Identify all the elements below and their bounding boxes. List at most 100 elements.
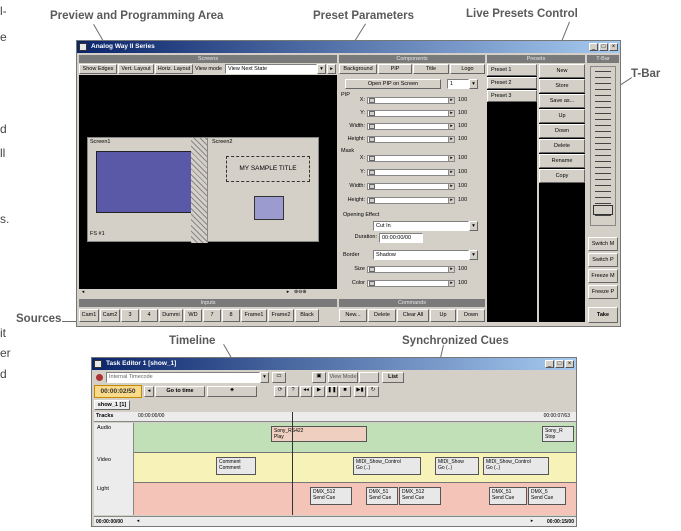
rename-preset-button[interactable]: Rename [539, 154, 585, 168]
chevron-down-icon[interactable]: ▾ [469, 79, 478, 89]
input-button[interactable]: 3 [121, 309, 139, 322]
up-command-button[interactable]: Up [430, 309, 456, 322]
cue-midi[interactable]: MIDI_Show_Control Go (..) [353, 457, 421, 475]
scroll-left-icon[interactable]: ◂ [134, 518, 142, 525]
current-timecode[interactable]: 00:00:02/50 [94, 385, 142, 398]
close-button[interactable]: × [609, 43, 618, 51]
freeze-p-button[interactable]: Freeze P [588, 285, 618, 299]
cue-dmx[interactable]: DMX_512 Send Cue [399, 487, 441, 505]
preset-item[interactable]: Preset 2 [487, 77, 537, 89]
input-button[interactable]: WD [184, 309, 202, 322]
cue-audio-stop[interactable]: Sony_R Stop [542, 426, 574, 442]
minimize-button[interactable]: _ [589, 43, 598, 51]
color-slider[interactable]: ▸ [367, 280, 455, 287]
preview-area[interactable]: Screen1 FS #1 Screen2 MY SAMPLE TITLE ◂ … [79, 75, 337, 297]
tab-title[interactable]: Title [413, 64, 449, 74]
maximize-button[interactable]: □ [555, 360, 564, 368]
pip-height-slider[interactable]: ▸ [367, 136, 455, 143]
go-to-time-button[interactable]: Go to time [155, 386, 205, 397]
pause-icon[interactable]: ❚❚ [326, 386, 338, 397]
screen2[interactable]: Screen2 MY SAMPLE TITLE [207, 137, 319, 242]
screen1-layer[interactable] [96, 151, 194, 213]
zoom-icon[interactable]: ⊕⊖⊕ [294, 289, 334, 297]
chevron-down-icon[interactable]: ▾ [469, 221, 478, 231]
new-command-button[interactable]: New... [339, 309, 367, 322]
minimize-button[interactable]: _ [545, 360, 554, 368]
tab-pip[interactable]: PIP [378, 64, 412, 74]
cue-comment[interactable]: Comment Comment [216, 457, 256, 475]
copy-preset-button[interactable]: Copy [539, 169, 585, 183]
take-button[interactable]: Take [588, 307, 618, 323]
up-preset-button[interactable]: Up [539, 109, 585, 123]
input-button[interactable]: Dummi [159, 309, 183, 322]
tab-logo[interactable]: Logo [450, 64, 485, 74]
cue-dmx[interactable]: DMX_51 Send Cue [366, 487, 398, 505]
rewind-icon[interactable]: ◂◂ [300, 386, 312, 397]
delete-command-button[interactable]: Delete [368, 309, 396, 322]
video-track[interactable]: Comment Comment MIDI_Show_Control Go (..… [134, 453, 576, 483]
down-command-button[interactable]: Down [457, 309, 485, 322]
input-button[interactable]: Cam2 [100, 309, 120, 322]
close-button[interactable]: × [565, 360, 574, 368]
horiz-layout-button[interactable]: Horiz. Layout [155, 64, 193, 74]
clear-all-button[interactable]: Clear All [397, 309, 429, 322]
open-pip-button[interactable]: Open PIP on Screen [345, 79, 441, 89]
sample-title[interactable]: MY SAMPLE TITLE [226, 156, 310, 182]
switch-m-button[interactable]: Switch M [588, 237, 618, 251]
chevron-right-icon[interactable]: ▸ [327, 64, 336, 74]
input-button[interactable]: Cam1 [79, 309, 99, 322]
new-preset-button[interactable]: New [539, 64, 585, 78]
tool-button[interactable]: ♣ [207, 386, 257, 397]
opening-effect-select[interactable]: Cut In [373, 221, 469, 231]
input-button[interactable]: Frame1 [241, 309, 267, 322]
cue-dmx[interactable]: DMX_51 Send Cue [489, 487, 527, 505]
save-as-button[interactable]: Save as... [539, 94, 585, 108]
cue-dmx[interactable]: DMX_512 Send Cue [310, 487, 352, 505]
prev-icon[interactable]: ◂ [144, 386, 154, 397]
cue-dmx[interactable]: DMX_5 Send Cue [528, 487, 566, 505]
preview-scrollbar[interactable]: ◂ ▸ ⊕⊖⊕ [79, 289, 337, 297]
maximize-button[interactable]: □ [599, 43, 608, 51]
help-icon[interactable]: ? [287, 386, 299, 397]
screen-number-select[interactable]: 1 [447, 79, 469, 89]
input-button[interactable]: 8 [222, 309, 240, 322]
switch-p-button[interactable]: Switch P [588, 253, 618, 267]
input-button[interactable]: 4 [140, 309, 158, 322]
mask-width-slider[interactable]: ▸ [367, 183, 455, 190]
audio-track[interactable]: Sony_RS422 Play Sony_R Stop [134, 423, 576, 453]
input-button[interactable]: 7 [203, 309, 221, 322]
blank-button[interactable] [359, 372, 379, 383]
screen2-pip[interactable] [254, 196, 284, 220]
tbar-slider[interactable] [590, 66, 616, 226]
chevron-down-icon[interactable]: ▾ [260, 372, 269, 383]
border-select[interactable]: Shadow [373, 250, 469, 260]
pip-y-slider[interactable]: ▸ [367, 110, 455, 117]
view-mode-button[interactable]: View Mode [328, 372, 358, 383]
duration-field[interactable]: 00:00:00/00 [379, 233, 423, 243]
tab-show[interactable]: show_1 [1] [94, 400, 130, 410]
mask-x-slider[interactable]: ▸ [367, 155, 455, 162]
scroll-right-icon[interactable]: ▸ [284, 289, 292, 297]
input-button[interactable]: Black [295, 309, 319, 322]
pip-x-slider[interactable]: ▸ [367, 97, 455, 104]
scroll-left-icon[interactable]: ◂ [79, 289, 87, 297]
timecode-source-select[interactable]: Internal Timecode [106, 372, 260, 383]
store-preset-button[interactable]: Store [539, 79, 585, 93]
tab-background[interactable]: Background [339, 64, 377, 74]
input-button[interactable]: Frame2 [268, 309, 294, 322]
refresh-icon[interactable]: ⟳ [274, 386, 286, 397]
record-mark-icon[interactable]: ▶▮ [354, 386, 366, 397]
screen-icon[interactable]: ▣ [312, 372, 326, 383]
chevron-down-icon[interactable]: ▾ [469, 250, 478, 260]
record-icon[interactable] [96, 374, 103, 381]
tbar-handle[interactable] [593, 205, 613, 215]
down-preset-button[interactable]: Down [539, 124, 585, 138]
loop-icon[interactable]: ↻ [367, 386, 379, 397]
preset-item[interactable]: Preset 1 [487, 64, 537, 76]
size-slider[interactable]: ▸ [367, 266, 455, 273]
scroll-right-icon[interactable]: ▸ [528, 518, 536, 525]
screen1[interactable]: Screen1 FS #1 [87, 137, 208, 243]
stop-icon[interactable]: ■ [339, 386, 351, 397]
monitor-icon[interactable]: ▭ [272, 372, 286, 383]
cue-midi[interactable]: MIDI_Show Go (..) [435, 457, 479, 475]
